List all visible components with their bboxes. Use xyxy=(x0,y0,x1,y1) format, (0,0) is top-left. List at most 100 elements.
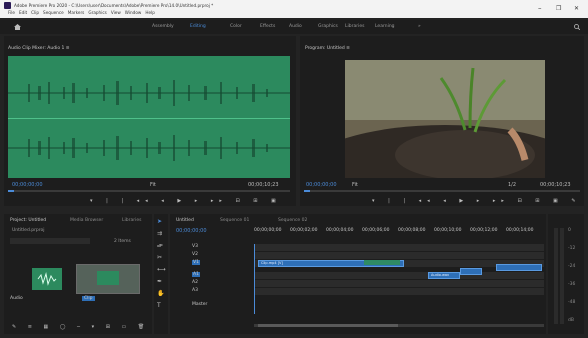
track-label-a1[interactable]: A1 xyxy=(192,272,200,277)
slip-icon[interactable]: ⟷ xyxy=(157,266,166,273)
premiere-window: Adobe Premiere Pro 2020 - C:\Users\user\… xyxy=(0,0,588,338)
timeline-tab-sequence-02[interactable]: Sequence 02 xyxy=(278,218,307,223)
timeline-clip-overlay[interactable] xyxy=(364,260,400,265)
menu-item-edit[interactable]: Edit xyxy=(19,10,27,15)
meter-right-channel xyxy=(560,228,564,324)
project-item-audio-thumb[interactable] xyxy=(32,268,62,290)
track-label-a3: A3 xyxy=(192,288,198,293)
timeline-scroll-thumb[interactable] xyxy=(258,324,398,327)
search-icon[interactable] xyxy=(574,24,580,30)
pen-icon[interactable]: ✒ xyxy=(157,278,162,285)
project-item-clip-name[interactable]: Clip xyxy=(82,296,95,301)
timeline-ruler[interactable]: 00;00;00;00 00;00;02;00 00;00;04;00 00;0… xyxy=(254,228,544,238)
meter-scale-24: -24 xyxy=(568,264,576,269)
ruler-label: 00;00;14;00 xyxy=(506,228,534,233)
project-search-input[interactable] xyxy=(10,238,90,244)
tab-libraries[interactable]: Libraries xyxy=(122,218,141,223)
channel-divider xyxy=(8,118,290,119)
tools-panel: ➤ ⇉ ⟚ ✂ ⟷ ✒ ✋ T xyxy=(154,214,168,334)
project-item-audio-name[interactable]: Audio xyxy=(10,296,23,301)
track-v3[interactable] xyxy=(254,244,544,251)
source-zoom-select[interactable]: Fit xyxy=(150,182,156,188)
clip-label: Audio.wav xyxy=(431,273,450,277)
track-label-master: Master xyxy=(192,302,208,307)
menu-item-graphics[interactable]: Graphics xyxy=(88,10,107,15)
title-bar: Adobe Premiere Pro 2020 - C:\Users\user\… xyxy=(0,0,588,18)
workspace-effects[interactable]: Effects xyxy=(260,24,275,29)
home-icon[interactable] xyxy=(14,24,21,30)
program-scrub-bar[interactable] xyxy=(304,190,580,192)
maximize-button[interactable]: ❐ xyxy=(556,5,561,12)
track-label-v3: V3 xyxy=(192,244,198,249)
timeline-tab-sequence-01[interactable]: Sequence 01 xyxy=(220,218,249,223)
source-scrub-bar[interactable] xyxy=(8,190,290,192)
workspace-libraries[interactable]: Libraries xyxy=(345,24,364,29)
razor-icon[interactable]: ✂ xyxy=(157,254,162,261)
menu-item-help[interactable]: Help xyxy=(145,10,155,15)
track-a2[interactable] xyxy=(254,280,544,287)
hand-icon[interactable]: ✋ xyxy=(157,290,164,297)
video-thumb-icon xyxy=(97,271,119,285)
program-fit-select[interactable]: Fit xyxy=(352,182,358,188)
minimize-button[interactable]: – xyxy=(538,4,542,12)
track-v2[interactable] xyxy=(254,252,544,259)
project-footer-controls[interactable]: ✎ ≡ ▦ ◯ ─ ▾ ⊞ ▭ 🗑 xyxy=(12,324,149,330)
meter-left-channel xyxy=(554,228,558,324)
menu-item-window[interactable]: Window xyxy=(125,10,142,15)
ruler-label: 00;00;06;00 xyxy=(362,228,390,233)
track-select-icon[interactable]: ⇉ xyxy=(157,230,162,237)
source-timecode-current[interactable]: 00;00;00;00 xyxy=(12,182,43,188)
timeline-scrollbar[interactable] xyxy=(254,324,544,327)
workspace-editing[interactable]: Editing xyxy=(190,24,206,29)
selection-icon[interactable]: ➤ xyxy=(157,218,162,225)
tab-project[interactable]: Project: Untitled xyxy=(10,218,46,223)
timeline-playhead[interactable] xyxy=(254,244,255,314)
timeline-tab-untitled[interactable]: Untitled xyxy=(176,218,194,223)
project-item-clip-thumb[interactable] xyxy=(76,264,140,294)
tab-media-browser[interactable]: Media Browser xyxy=(70,218,103,223)
source-scrub-fill xyxy=(8,190,14,192)
meter-scale-48: -48 xyxy=(568,300,576,305)
meter-scale-12: -12 xyxy=(568,246,576,251)
track-a1[interactable] xyxy=(254,272,544,279)
workspace-assembly[interactable]: Assembly xyxy=(152,24,174,29)
timeline-timecode[interactable]: 00;00;00;00 xyxy=(176,228,207,234)
program-timecode-current[interactable]: 00;00;00;00 xyxy=(306,182,337,188)
menu-item-sequence[interactable]: Sequence xyxy=(43,10,64,15)
ruler-label: 00;00;08;00 xyxy=(398,228,426,233)
program-monitor-tab[interactable]: Program: Untitled ≡ xyxy=(305,46,350,51)
audio-waveform xyxy=(8,56,290,178)
source-monitor-tab[interactable]: Audio Clip Mixer: Audio 1 ≡ xyxy=(8,46,70,51)
ripple-edit-icon[interactable]: ⟚ xyxy=(157,242,163,250)
type-icon[interactable]: T xyxy=(157,302,161,309)
video-preview-image xyxy=(345,60,545,178)
menu-item-markers[interactable]: Markers xyxy=(68,10,85,15)
workspace-bar: Assembly Editing Color Effects Audio Gra… xyxy=(0,20,588,34)
close-button[interactable]: ✕ xyxy=(574,5,579,12)
source-timecode-duration: 00;00;10;23 xyxy=(248,182,279,188)
program-quality-select[interactable]: 1/2 xyxy=(508,182,516,188)
workspace-audio[interactable]: Audio xyxy=(289,24,302,29)
workspaces-more-button[interactable]: » xyxy=(418,24,421,29)
menu-item-view[interactable]: View xyxy=(111,10,121,15)
meter-scale-0: 0 xyxy=(568,228,571,233)
workspace-graphics[interactable]: Graphics xyxy=(318,24,338,29)
track-label-v1[interactable]: V1 xyxy=(192,260,200,265)
track-label-v2: V2 xyxy=(192,252,198,257)
timeline-clip-audio-b[interactable] xyxy=(460,268,482,275)
program-transport-controls[interactable]: ▾ | | ◂◂ ◂ ▶ ▸ ▸▸ ⊟ ⊞ ▣ ✎ xyxy=(372,198,582,204)
timeline-clip-audio[interactable]: Audio.wav xyxy=(428,272,460,279)
workspace-color[interactable]: Color xyxy=(230,24,242,29)
source-transport-controls[interactable]: ▾ | | ◂◂ ◂ ▶ ▸ ▸▸ ⊟ ⊞ ▣ xyxy=(90,198,282,204)
menu-item-clip[interactable]: Clip xyxy=(31,10,39,15)
window-title: Adobe Premiere Pro 2020 - C:\Users\user\… xyxy=(14,3,214,8)
track-a3[interactable] xyxy=(254,288,544,295)
program-timecode-duration: 00;00;10;23 xyxy=(540,182,571,188)
menu-item-file[interactable]: File xyxy=(8,10,15,15)
ruler-label: 00;00;04;00 xyxy=(326,228,354,233)
timeline-clip-right[interactable] xyxy=(496,264,542,271)
audio-meter-panel: 0 -12 -24 -36 -48 dB xyxy=(548,214,584,334)
workspace-learning[interactable]: Learning xyxy=(375,24,395,29)
meter-scale-db: dB xyxy=(568,318,574,323)
program-video-frame xyxy=(345,60,545,178)
